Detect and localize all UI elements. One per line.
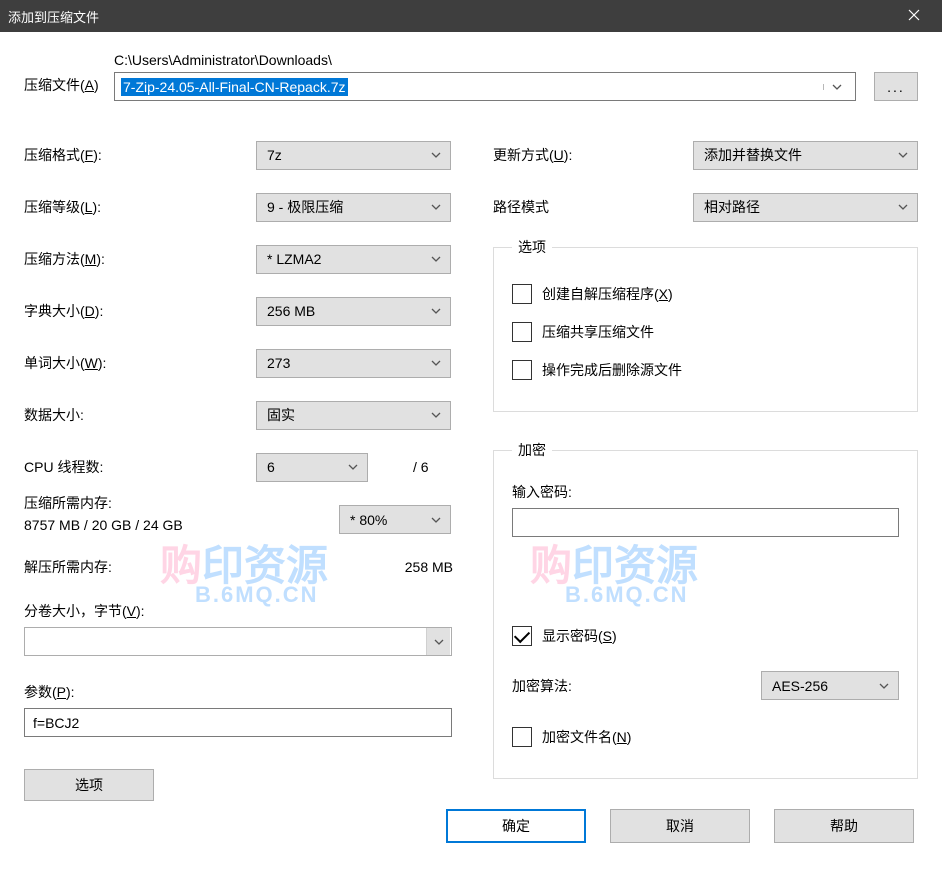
show-password-row[interactable]: 显示密码(S) bbox=[512, 617, 899, 655]
checkbox-icon bbox=[512, 322, 532, 342]
update-label: 更新方式(U): bbox=[493, 145, 693, 165]
checkbox-checked-icon bbox=[512, 626, 532, 646]
word-label: 单词大小(W): bbox=[24, 353, 256, 373]
threads-select[interactable]: 6 bbox=[256, 453, 368, 482]
show-password-label: 显示密码(S) bbox=[542, 626, 617, 646]
password-input[interactable] bbox=[512, 508, 899, 537]
chevron-down-icon bbox=[430, 152, 442, 158]
delete-label: 操作完成后删除源文件 bbox=[542, 360, 682, 380]
help-button[interactable]: 帮助 bbox=[774, 809, 914, 843]
format-label: 压缩格式(F): bbox=[24, 145, 256, 165]
block-select[interactable]: 固实 bbox=[256, 401, 451, 430]
level-label: 压缩等级(L): bbox=[24, 197, 256, 217]
checkbox-icon bbox=[512, 727, 532, 747]
archive-filename-combo[interactable]: 7-Zip-24.05-All-Final-CN-Repack.7z bbox=[114, 72, 856, 101]
format-select[interactable]: 7z bbox=[256, 141, 451, 170]
encryption-legend: 加密 bbox=[512, 440, 552, 460]
chevron-down-icon bbox=[430, 204, 442, 210]
enc-method-label: 加密算法: bbox=[512, 676, 761, 696]
password-label: 输入密码: bbox=[512, 482, 899, 502]
volume-label: 分卷大小，字节(V): bbox=[24, 601, 463, 621]
chevron-down-icon bbox=[878, 683, 890, 689]
cancel-button[interactable]: 取消 bbox=[610, 809, 750, 843]
close-icon bbox=[908, 8, 920, 24]
ok-button[interactable]: 确定 bbox=[446, 809, 586, 843]
mem-decompress-label: 解压所需内存: bbox=[24, 557, 343, 577]
method-select[interactable]: * LZMA2 bbox=[256, 245, 451, 274]
mem-compress-label: 压缩所需内存: bbox=[24, 493, 339, 513]
threads-total: / 6 bbox=[413, 459, 429, 475]
close-button[interactable] bbox=[894, 0, 934, 32]
chevron-down-icon bbox=[430, 360, 442, 366]
params-label: 参数(P): bbox=[24, 682, 463, 702]
pathmode-select[interactable]: 相对路径 bbox=[693, 193, 918, 222]
chevron-down-icon bbox=[426, 628, 450, 655]
encrypt-names-row[interactable]: 加密文件名(N) bbox=[512, 718, 899, 756]
window-title: 添加到压缩文件 bbox=[8, 7, 894, 26]
sfx-checkbox-row[interactable]: 创建自解压缩程序(X) bbox=[512, 275, 899, 313]
chevron-down-icon bbox=[430, 412, 442, 418]
checkbox-icon bbox=[512, 360, 532, 380]
chevron-down-icon bbox=[347, 464, 359, 470]
browse-button[interactable]: ... bbox=[874, 72, 918, 101]
titlebar: 添加到压缩文件 bbox=[0, 0, 942, 32]
mem-pct-select[interactable]: * 80% bbox=[339, 505, 451, 534]
encryption-fieldset: 加密 输入密码: 显示密码(S) 加密算法: AES-256 加密文件名(N) bbox=[493, 440, 918, 779]
delete-checkbox-row[interactable]: 操作完成后删除源文件 bbox=[512, 351, 899, 389]
pathmode-label: 路径模式 bbox=[493, 197, 693, 217]
encrypt-names-label: 加密文件名(N) bbox=[542, 727, 631, 747]
dict-select[interactable]: 256 MB bbox=[256, 297, 451, 326]
method-label: 压缩方法(M): bbox=[24, 249, 256, 269]
block-label: 数据大小: bbox=[24, 405, 256, 425]
sfx-label: 创建自解压缩程序(X) bbox=[542, 284, 673, 304]
chevron-down-icon bbox=[430, 517, 442, 523]
options-button[interactable]: 选项 bbox=[24, 769, 154, 801]
dict-label: 字典大小(D): bbox=[24, 301, 256, 321]
archive-filename: 7-Zip-24.05-All-Final-CN-Repack.7z bbox=[121, 78, 348, 96]
enc-method-select[interactable]: AES-256 bbox=[761, 671, 899, 700]
shared-checkbox-row[interactable]: 压缩共享压缩文件 bbox=[512, 313, 899, 351]
threads-label: CPU 线程数: bbox=[24, 457, 256, 477]
level-select[interactable]: 9 - 极限压缩 bbox=[256, 193, 451, 222]
word-select[interactable]: 273 bbox=[256, 349, 451, 378]
chevron-down-icon bbox=[823, 84, 849, 90]
checkbox-icon bbox=[512, 284, 532, 304]
options-legend: 选项 bbox=[512, 237, 552, 257]
mem-decompress-value: 258 MB bbox=[343, 559, 463, 575]
chevron-down-icon bbox=[430, 256, 442, 262]
archive-path: C:\Users\Administrator\Downloads\ bbox=[114, 52, 918, 68]
archive-label: 压缩文件(A) bbox=[24, 75, 114, 101]
chevron-down-icon bbox=[897, 204, 909, 210]
update-select[interactable]: 添加并替换文件 bbox=[693, 141, 918, 170]
options-fieldset: 选项 创建自解压缩程序(X) 压缩共享压缩文件 操作完成后删除源文件 bbox=[493, 237, 918, 412]
shared-label: 压缩共享压缩文件 bbox=[542, 322, 654, 342]
chevron-down-icon bbox=[897, 152, 909, 158]
volume-select[interactable] bbox=[24, 627, 452, 656]
params-input[interactable] bbox=[24, 708, 452, 737]
mem-compress-value: 8757 MB / 20 GB / 24 GB bbox=[24, 517, 339, 533]
chevron-down-icon bbox=[430, 308, 442, 314]
